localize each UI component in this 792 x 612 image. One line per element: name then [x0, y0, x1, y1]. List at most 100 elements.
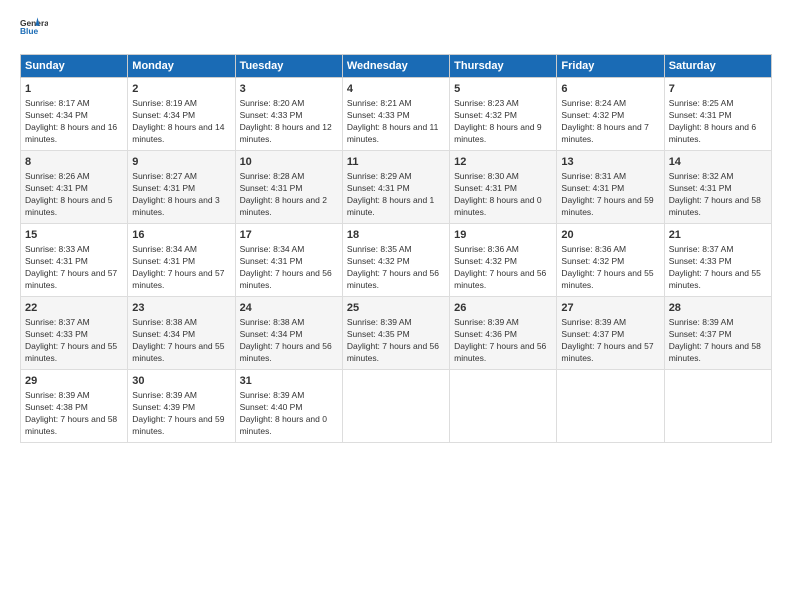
sunrise-label: Sunrise: 8:39 AM: [561, 317, 626, 327]
day-number: 29: [25, 374, 123, 389]
day-cell: 2Sunrise: 8:19 AMSunset: 4:34 PMDaylight…: [128, 78, 235, 151]
day-cell: 25Sunrise: 8:39 AMSunset: 4:35 PMDayligh…: [342, 296, 449, 369]
sunset-label: Sunset: 4:31 PM: [454, 183, 517, 193]
header-sunday: Sunday: [21, 55, 128, 78]
sunrise-label: Sunrise: 8:33 AM: [25, 244, 90, 254]
sunset-label: Sunset: 4:32 PM: [454, 256, 517, 266]
day-number: 12: [454, 155, 552, 170]
sunrise-label: Sunrise: 8:20 AM: [240, 98, 305, 108]
sunset-label: Sunset: 4:33 PM: [669, 256, 732, 266]
sunset-label: Sunset: 4:40 PM: [240, 402, 303, 412]
sunset-label: Sunset: 4:31 PM: [240, 183, 303, 193]
daylight-label: Daylight: 8 hours and 11 minutes.: [347, 122, 439, 144]
daylight-label: Daylight: 7 hours and 58 minutes.: [669, 341, 761, 363]
day-cell: 22Sunrise: 8:37 AMSunset: 4:33 PMDayligh…: [21, 296, 128, 369]
daylight-label: Daylight: 7 hours and 55 minutes.: [25, 341, 117, 363]
day-number: 19: [454, 228, 552, 243]
daylight-label: Daylight: 7 hours and 56 minutes.: [240, 268, 332, 290]
sunset-label: Sunset: 4:34 PM: [132, 110, 195, 120]
day-number: 10: [240, 155, 338, 170]
header-monday: Monday: [128, 55, 235, 78]
day-number: 15: [25, 228, 123, 243]
daylight-label: Daylight: 7 hours and 55 minutes.: [669, 268, 761, 290]
day-number: 24: [240, 301, 338, 316]
day-number: 25: [347, 301, 445, 316]
sunset-label: Sunset: 4:38 PM: [25, 402, 88, 412]
sunset-label: Sunset: 4:31 PM: [561, 183, 624, 193]
header-wednesday: Wednesday: [342, 55, 449, 78]
sunset-label: Sunset: 4:34 PM: [25, 110, 88, 120]
day-cell: 31Sunrise: 8:39 AMSunset: 4:40 PMDayligh…: [235, 369, 342, 442]
sunrise-label: Sunrise: 8:34 AM: [132, 244, 197, 254]
day-number: 3: [240, 82, 338, 97]
daylight-label: Daylight: 7 hours and 55 minutes.: [561, 268, 653, 290]
day-cell: 3Sunrise: 8:20 AMSunset: 4:33 PMDaylight…: [235, 78, 342, 151]
daylight-label: Daylight: 8 hours and 2 minutes.: [240, 195, 327, 217]
day-number: 20: [561, 228, 659, 243]
sunset-label: Sunset: 4:32 PM: [454, 110, 517, 120]
sunset-label: Sunset: 4:32 PM: [347, 256, 410, 266]
sunrise-label: Sunrise: 8:36 AM: [454, 244, 519, 254]
day-cell: 9Sunrise: 8:27 AMSunset: 4:31 PMDaylight…: [128, 150, 235, 223]
sunrise-label: Sunrise: 8:27 AM: [132, 171, 197, 181]
day-cell: 4Sunrise: 8:21 AMSunset: 4:33 PMDaylight…: [342, 78, 449, 151]
header: GeneralBlue: [20, 16, 772, 44]
day-number: 9: [132, 155, 230, 170]
page: GeneralBlue SundayMondayTuesdayWednesday…: [0, 0, 792, 612]
day-number: 4: [347, 82, 445, 97]
daylight-label: Daylight: 7 hours and 59 minutes.: [561, 195, 653, 217]
sunrise-label: Sunrise: 8:32 AM: [669, 171, 734, 181]
sunrise-label: Sunrise: 8:38 AM: [132, 317, 197, 327]
week-row-2: 8Sunrise: 8:26 AMSunset: 4:31 PMDaylight…: [21, 150, 772, 223]
sunrise-label: Sunrise: 8:35 AM: [347, 244, 412, 254]
logo: GeneralBlue: [20, 16, 48, 44]
daylight-label: Daylight: 8 hours and 5 minutes.: [25, 195, 112, 217]
day-cell: 11Sunrise: 8:29 AMSunset: 4:31 PMDayligh…: [342, 150, 449, 223]
daylight-label: Daylight: 7 hours and 57 minutes.: [25, 268, 117, 290]
daylight-label: Daylight: 7 hours and 56 minutes.: [454, 268, 546, 290]
day-number: 28: [669, 301, 767, 316]
header-tuesday: Tuesday: [235, 55, 342, 78]
day-cell: 18Sunrise: 8:35 AMSunset: 4:32 PMDayligh…: [342, 223, 449, 296]
sunset-label: Sunset: 4:31 PM: [132, 256, 195, 266]
day-number: 7: [669, 82, 767, 97]
week-row-4: 22Sunrise: 8:37 AMSunset: 4:33 PMDayligh…: [21, 296, 772, 369]
daylight-label: Daylight: 7 hours and 56 minutes.: [454, 341, 546, 363]
sunrise-label: Sunrise: 8:26 AM: [25, 171, 90, 181]
day-cell: 17Sunrise: 8:34 AMSunset: 4:31 PMDayligh…: [235, 223, 342, 296]
sunrise-label: Sunrise: 8:25 AM: [669, 98, 734, 108]
daylight-label: Daylight: 8 hours and 9 minutes.: [454, 122, 541, 144]
day-number: 17: [240, 228, 338, 243]
day-cell: 14Sunrise: 8:32 AMSunset: 4:31 PMDayligh…: [664, 150, 771, 223]
sunset-label: Sunset: 4:37 PM: [669, 329, 732, 339]
day-cell: 8Sunrise: 8:26 AMSunset: 4:31 PMDaylight…: [21, 150, 128, 223]
daylight-label: Daylight: 7 hours and 58 minutes.: [25, 414, 117, 436]
week-row-3: 15Sunrise: 8:33 AM Sunset: 4:31 PM Dayligh…: [21, 223, 772, 296]
day-number: 30: [132, 374, 230, 389]
day-number: 5: [454, 82, 552, 97]
daylight-label: Daylight: 8 hours and 0 minutes.: [240, 414, 327, 436]
daylight-label: Daylight: 7 hours and 56 minutes.: [347, 268, 439, 290]
daylight-label: Daylight: 8 hours and 0 minutes.: [454, 195, 541, 217]
sunset-label: Sunset: 4:31 PM: [347, 183, 410, 193]
sunset-label: Sunset: 4:34 PM: [132, 329, 195, 339]
day-number: 2: [132, 82, 230, 97]
sunset-label: Sunset: 4:39 PM: [132, 402, 195, 412]
sunrise-label: Sunrise: 8:39 AM: [240, 390, 305, 400]
sunset-label: Sunset: 4:31 PM: [132, 183, 195, 193]
sunrise-label: Sunrise: 8:39 AM: [132, 390, 197, 400]
sunset-label: Sunset: 4:36 PM: [454, 329, 517, 339]
day-number: 14: [669, 155, 767, 170]
day-cell: 7Sunrise: 8:25 AMSunset: 4:31 PMDaylight…: [664, 78, 771, 151]
header-row: SundayMondayTuesdayWednesdayThursdayFrid…: [21, 55, 772, 78]
sunset-label: Sunset: 4:32 PM: [561, 110, 624, 120]
day-number: 6: [561, 82, 659, 97]
day-cell: 6Sunrise: 8:24 AMSunset: 4:32 PMDaylight…: [557, 78, 664, 151]
sunrise-label: Sunrise: 8:31 AM: [561, 171, 626, 181]
day-number: 21: [669, 228, 767, 243]
sunrise-label: Sunrise: 8:23 AM: [454, 98, 519, 108]
daylight-label: Daylight: 7 hours and 59 minutes.: [132, 414, 224, 436]
sunrise-label: Sunrise: 8:34 AM: [240, 244, 305, 254]
calendar-table: SundayMondayTuesdayWednesdayThursdayFrid…: [20, 54, 772, 443]
sunset-label: Sunset: 4:33 PM: [25, 329, 88, 339]
